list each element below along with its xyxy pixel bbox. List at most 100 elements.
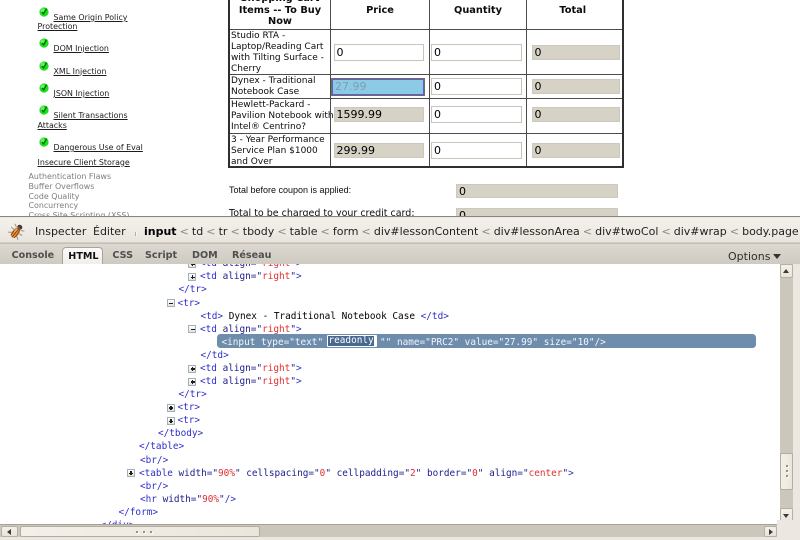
tree-node-line[interactable]: <br/> — [140, 454, 168, 467]
price-input-inspector-highlight[interactable]: 27.99 — [331, 78, 425, 96]
tree-node-line[interactable]: <td align="right"> — [200, 270, 302, 283]
cart-header-quantity: Quantity — [429, 0, 526, 29]
quantity-input[interactable]: 0 — [431, 78, 522, 95]
tree-node-line[interactable]: <td align="right"> — [200, 264, 302, 270]
tree-node-line[interactable]: <tr> — [178, 401, 201, 414]
expander-plus-icon[interactable] — [167, 417, 175, 425]
tree-node-line[interactable]: <tr> — [178, 297, 201, 310]
tree-node-line[interactable]: </tr> — [179, 388, 207, 401]
expander-plus-icon[interactable] — [167, 404, 175, 412]
tree-node-line[interactable]: </tr> — [179, 283, 207, 296]
down-arrow-icon — [783, 514, 789, 518]
price-readonly-field: 299.99 — [334, 143, 425, 158]
tree-node-line[interactable]: <tr> — [178, 414, 201, 427]
browser-content: Same Origin PolicyProtectionDOM Injectio… — [0, 0, 800, 217]
sidebar-lesson-link[interactable]: Protection — [38, 22, 78, 31]
breadcrumb-item[interactable]: div#twoCol — [595, 225, 658, 238]
cart-row: Studio RTA -Laptop/Reading Cartwith Tilt… — [230, 29, 622, 74]
h-scroll-right-button[interactable] — [764, 526, 777, 538]
quantity-input[interactable]: 0 — [431, 106, 522, 123]
expander-plus-icon[interactable] — [188, 273, 196, 281]
green-check-icon — [39, 61, 49, 71]
sidebar-lesson-link[interactable]: Dangerous Use of Eval — [54, 143, 143, 152]
breadcrumb-item[interactable]: div#wrap — [674, 225, 727, 238]
green-check-icon — [39, 137, 49, 147]
tab-css[interactable]: CSS — [112, 250, 133, 261]
cart-price-cell: 299.99 — [330, 134, 429, 166]
expander-plus-icon[interactable] — [188, 365, 196, 373]
expander-plus-icon[interactable] — [127, 469, 135, 477]
breadcrumb-item[interactable]: form — [333, 225, 359, 238]
expander-minus-icon[interactable] — [167, 299, 175, 307]
up-arrow-icon — [783, 269, 789, 273]
breadcrumb-item[interactable]: tbody — [243, 225, 275, 238]
v-scroll-up-button[interactable] — [780, 264, 793, 278]
breadcrumb-item[interactable]: body.page — [742, 225, 799, 238]
inspect-button[interactable]: Inspecter — [35, 225, 86, 238]
attribute-edit-input[interactable]: readonly — [327, 335, 378, 348]
cart-qty-cell: 0 — [429, 30, 526, 74]
tree-node-line[interactable]: </table> — [139, 440, 184, 453]
sidebar-lesson-link[interactable]: XML Injection — [54, 67, 107, 76]
quantity-input[interactable]: 0 — [431, 142, 522, 159]
breadcrumb[interactable]: input < td < tr < tbody < table < form <… — [144, 225, 799, 238]
h-scrollbar-thumb[interactable] — [20, 526, 260, 538]
tab-dom[interactable]: DOM — [192, 250, 218, 261]
expander-minus-icon[interactable] — [188, 325, 196, 333]
sidebar-lesson-link[interactable]: Silent Transactions — [54, 111, 128, 120]
breadcrumb-item[interactable]: div#lessonContent — [374, 225, 479, 238]
breadcrumb-item[interactable]: table — [290, 225, 318, 238]
tree-node-line[interactable]: </td> — [201, 349, 229, 362]
panel-right-edge — [793, 264, 800, 525]
sidebar-lesson-link[interactable]: DOM Injection — [54, 44, 109, 53]
tree-node-line[interactable]: <hr width="90%"/> — [140, 493, 236, 506]
cart-qty-cell: 0 — [429, 99, 526, 133]
sidebar-category[interactable]: Code Quality — [29, 192, 80, 201]
breadcrumb-separator: < — [176, 225, 192, 238]
green-check-icon — [39, 83, 49, 93]
breadcrumb-separator: < — [227, 225, 243, 238]
tree-node-line[interactable]: </tbody> — [158, 427, 203, 440]
breadcrumb-selected[interactable]: input — [144, 225, 177, 238]
tree-node-selected-text[interactable]: <input type="text" — [222, 336, 329, 349]
sidebar-current-lesson[interactable]: Insecure Client Storage — [38, 158, 130, 167]
cart-row: Dynex - TraditionalNotebook Case27.9900 — [230, 74, 622, 98]
tree-node-line[interactable]: <td> Dynex - Traditional Notebook Case <… — [201, 310, 449, 323]
cart-qty-cell: 0 — [429, 134, 526, 166]
breadcrumb-item[interactable]: td — [192, 225, 203, 238]
cart-item-name: Dynex - TraditionalNotebook Case — [230, 75, 330, 98]
tab-script[interactable]: Script — [145, 250, 177, 261]
cart-price-cell: 27.99 — [330, 75, 429, 98]
firebug-tab-bar: HTML Console CSS Script DOM Réseau Optio… — [0, 243, 800, 264]
tree-node-line[interactable]: </form> — [119, 506, 159, 519]
edit-button[interactable]: Éditer — [93, 225, 126, 238]
sidebar-category[interactable]: Buffer Overflows — [29, 182, 95, 191]
sidebar-category[interactable]: Concurrency — [29, 201, 79, 210]
quantity-input[interactable]: 0 — [431, 44, 522, 61]
h-scroll-left-button[interactable] — [1, 526, 18, 538]
tab-console[interactable]: Console — [12, 250, 55, 261]
cart-total-cell: 0 — [526, 30, 619, 74]
sidebar-lesson-link[interactable]: JSON Injection — [54, 89, 110, 98]
tab-reseau[interactable]: Réseau — [232, 250, 271, 261]
options-menu[interactable]: Options — [728, 250, 770, 263]
tree-node-line[interactable]: <td align="right"> — [200, 375, 302, 388]
price-input[interactable]: 0 — [334, 44, 425, 61]
sidebar-category[interactable]: Authentication Flaws — [29, 172, 112, 181]
v-scrollbar-thumb[interactable] — [780, 453, 793, 490]
sidebar-lesson-link[interactable]: Attacks — [38, 121, 67, 130]
price-input-highlighted[interactable]: 27.99 — [332, 79, 424, 95]
expander-plus-icon[interactable] — [188, 264, 196, 268]
tree-node-line[interactable]: <td align="right"> — [200, 362, 302, 375]
tree-node-line[interactable]: <table width="90%" cellspacing="0" cellp… — [139, 467, 574, 480]
options-dropdown-arrow-icon — [773, 254, 781, 259]
total-value-field: 0 — [456, 184, 618, 198]
tree-node-line[interactable]: <br/> — [140, 480, 168, 493]
cart-item-name: Studio RTA -Laptop/Reading Cartwith Tilt… — [230, 30, 330, 74]
breadcrumb-item[interactable]: div#lessonArea — [494, 225, 580, 238]
expander-plus-icon[interactable] — [188, 378, 196, 386]
firebug-toolbar: Inspecter Éditer input < td < tr < tbody… — [0, 218, 800, 243]
toolbar-separator — [135, 232, 137, 236]
tab-html[interactable]: HTML — [62, 247, 103, 266]
tree-node-selected-text[interactable]: "" name="PRC2" value="27.99" size="10"/> — [380, 336, 606, 349]
